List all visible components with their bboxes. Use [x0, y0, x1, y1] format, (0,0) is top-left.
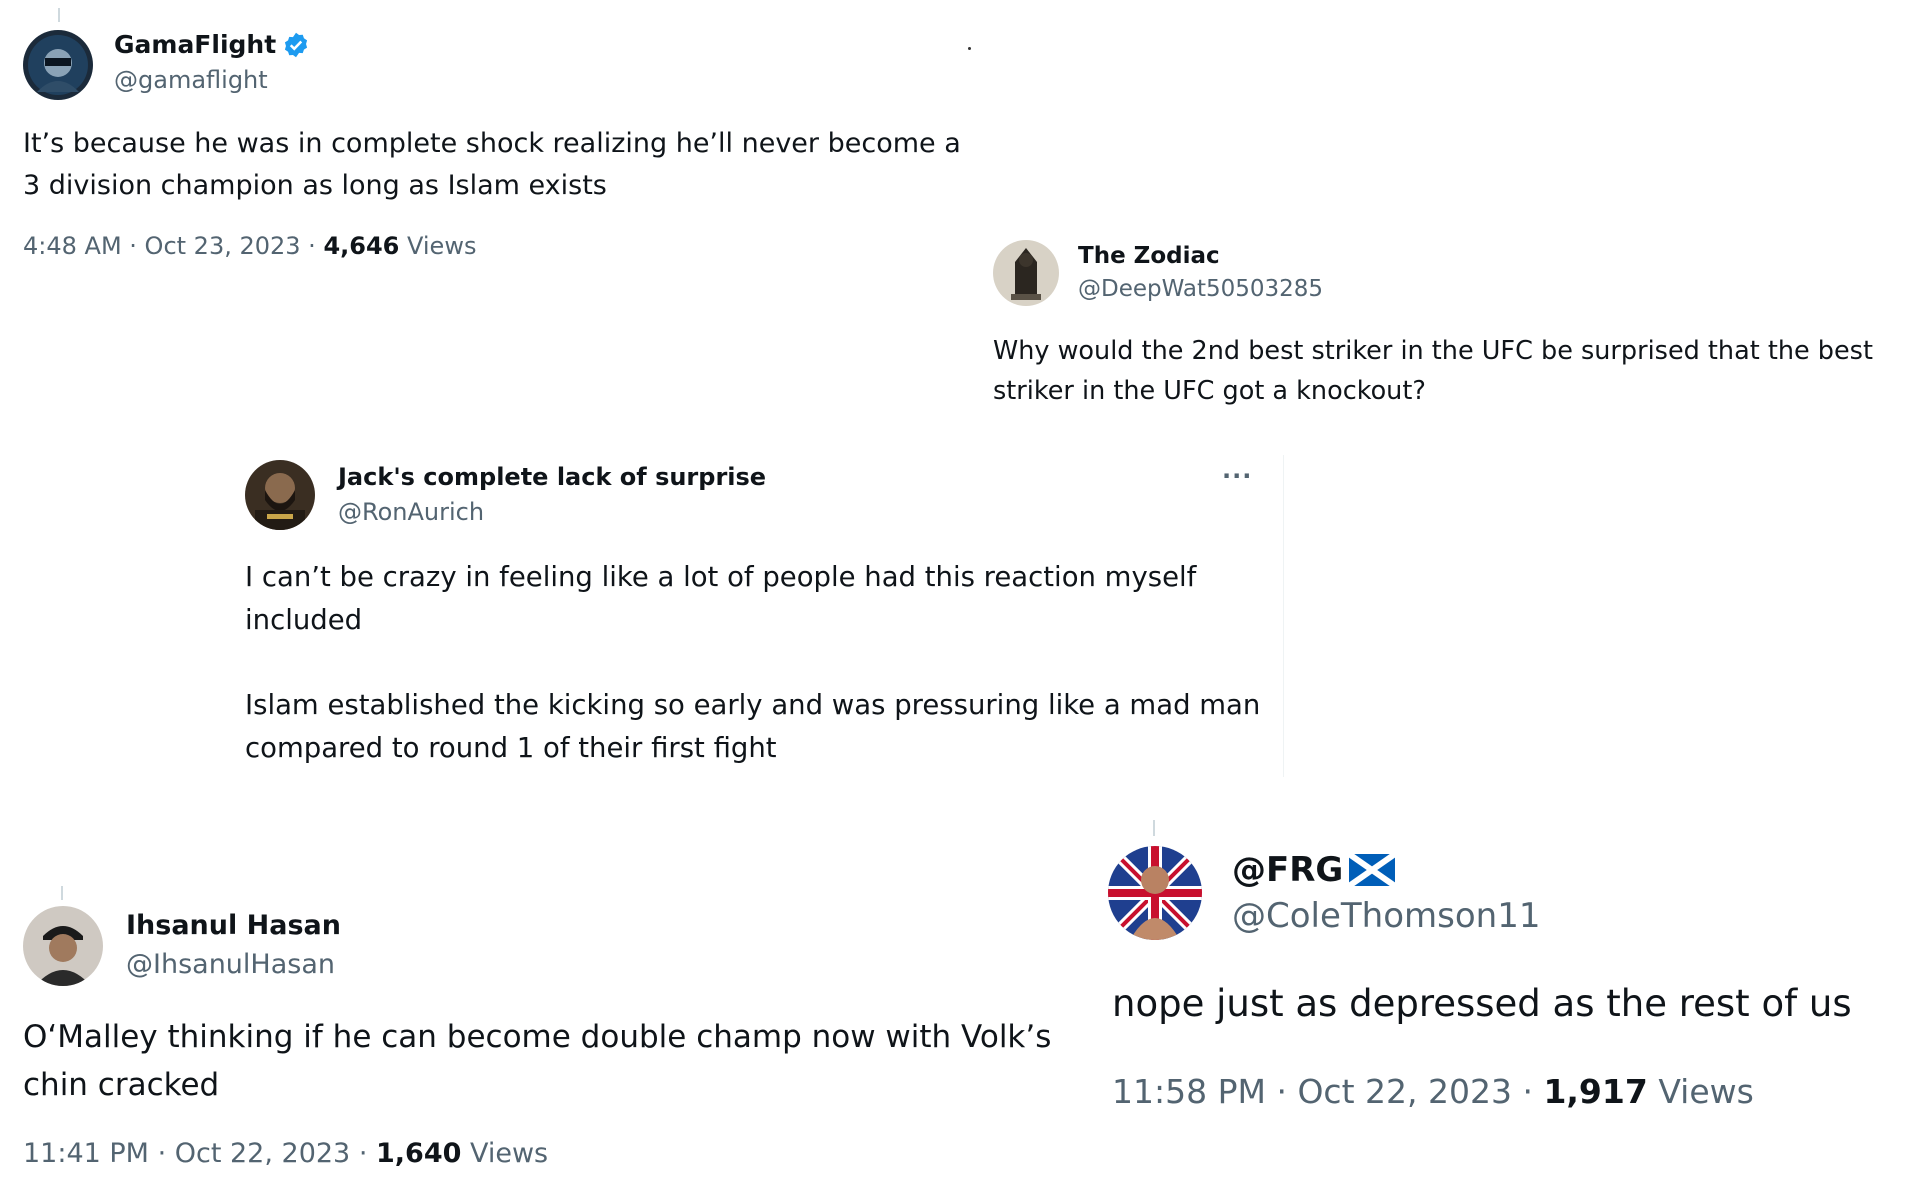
views-label: Views: [469, 1138, 549, 1169]
display-name-text[interactable]: GamaFlight: [114, 30, 276, 59]
stray-dot: [968, 47, 971, 50]
separator: ·: [121, 232, 145, 260]
handle[interactable]: @IhsanulHasan: [126, 949, 335, 980]
separator: ·: [1265, 1072, 1298, 1111]
views-count: 1,917: [1543, 1072, 1648, 1111]
masked-figure-avatar-icon: [23, 30, 93, 100]
display-name-text[interactable]: Ihsanul Hasan: [126, 910, 341, 941]
tweet-text: Why would the 2nd best striker in the UF…: [993, 331, 1873, 411]
tweet-paragraph: I can’t be crazy in feeling like a lot o…: [245, 561, 1197, 636]
tweet-text-line: O‘Malley thinking if he can become doubl…: [23, 1019, 1052, 1103]
avatar-ronaurich[interactable]: [245, 460, 315, 530]
separator: ·: [1511, 1072, 1544, 1111]
avatar-the-zodiac[interactable]: [993, 240, 1059, 306]
verified-badge-icon: [285, 32, 308, 57]
thread-line: [61, 886, 63, 900]
tweet-text: I can’t be crazy in feeling like a lot o…: [245, 556, 1270, 770]
tweet-text-line: Why would the 2nd best striker in the UF…: [993, 336, 1873, 406]
display-name[interactable]: GamaFlight: [114, 30, 310, 59]
display-name[interactable]: The Zodiac: [1078, 243, 1220, 269]
separator: ·: [148, 1138, 175, 1169]
tweet-meta: 4:48 AM · Oct 23, 2023 · 4,646 Views: [23, 232, 476, 260]
views-count: 1,640: [375, 1138, 462, 1169]
column-divider: [1283, 455, 1284, 777]
separator: ·: [300, 232, 324, 260]
scotland-flag-icon: [1349, 854, 1396, 886]
hooded-figure-avatar-icon: [993, 240, 1059, 306]
handle[interactable]: @RonAurich: [338, 498, 484, 526]
display-name[interactable]: Jack's complete lack of surprise: [338, 463, 766, 491]
man-in-cap-avatar-icon: [23, 906, 103, 986]
more-options-icon[interactable]: ···: [1222, 462, 1252, 490]
avatar-gamaflight[interactable]: [23, 30, 93, 100]
timestamp-time[interactable]: 11:41 PM: [23, 1138, 149, 1169]
tweet-meta: 11:41 PM · Oct 22, 2023 · 1,640 Views: [23, 1138, 548, 1169]
avatar-colethomson[interactable]: [1108, 846, 1202, 940]
views-label: Views: [407, 232, 477, 260]
thread-line: [58, 8, 60, 22]
tweet-text: O‘Malley thinking if he can become doubl…: [23, 1013, 1113, 1109]
tweet-text: It’s because he was in complete shock re…: [23, 123, 973, 207]
tweet-text-line: nope just as depressed as the rest of us: [1112, 982, 1852, 1025]
timestamp-time[interactable]: 4:48 AM: [23, 232, 122, 260]
timestamp-date[interactable]: Oct 22, 2023: [1297, 1072, 1512, 1111]
handle[interactable]: @DeepWat50503285: [1078, 276, 1323, 302]
separator: ·: [350, 1138, 376, 1169]
thread-line: [1153, 820, 1155, 836]
tweet-meta: 11:58 PM · Oct 22, 2023 · 1,917 Views: [1112, 1072, 1754, 1111]
views-label: Views: [1658, 1072, 1754, 1111]
display-name-text[interactable]: Jack's complete lack of surprise: [338, 463, 766, 491]
tweet-text: nope just as depressed as the rest of us: [1112, 978, 1902, 1030]
views-count: 4,646: [323, 232, 400, 260]
tweet-text-line: It’s because he was in complete shock re…: [23, 128, 961, 201]
tweet-paragraph: Islam established the kicking so early a…: [245, 689, 1261, 764]
display-name-text[interactable]: The Zodiac: [1078, 243, 1220, 269]
timestamp-date[interactable]: Oct 22, 2023: [175, 1138, 351, 1169]
avatar-ihsanul-hasan[interactable]: [23, 906, 103, 986]
timestamp-time[interactable]: 11:58 PM: [1112, 1072, 1266, 1111]
display-name[interactable]: @FRG: [1232, 850, 1396, 890]
timestamp-date[interactable]: Oct 23, 2023: [145, 232, 301, 260]
handle[interactable]: @gamaflight: [114, 66, 268, 94]
display-name[interactable]: Ihsanul Hasan: [126, 910, 341, 941]
fighter-australia-flag-avatar-icon: [1108, 846, 1202, 940]
handle[interactable]: @ColeThomson11: [1232, 896, 1540, 936]
bearded-man-avatar-icon: [245, 460, 315, 530]
display-name-text[interactable]: @FRG: [1232, 850, 1343, 890]
